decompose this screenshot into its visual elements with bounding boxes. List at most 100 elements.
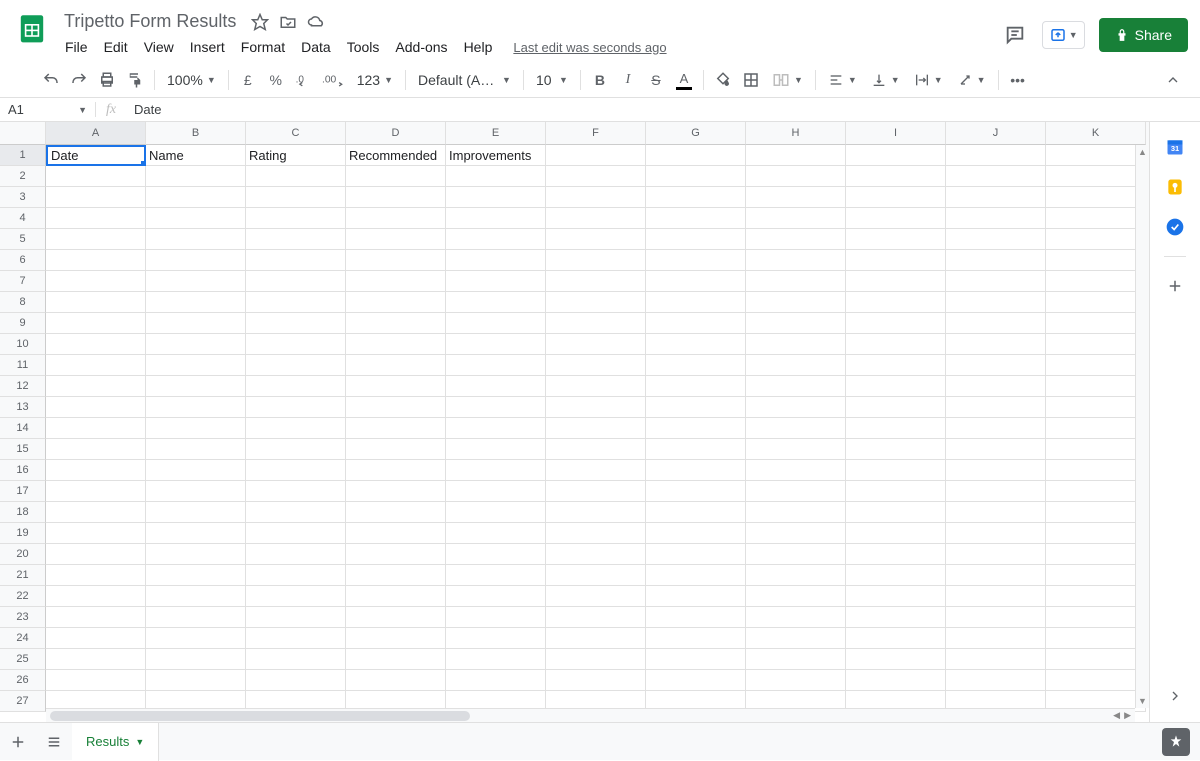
cell[interactable] <box>946 145 1046 166</box>
cell[interactable] <box>46 460 146 481</box>
column-header[interactable]: A <box>46 122 146 145</box>
cell[interactable] <box>746 208 846 229</box>
cell[interactable] <box>846 355 946 376</box>
cell[interactable] <box>446 502 546 523</box>
comments-icon[interactable] <box>1002 22 1028 48</box>
cell[interactable] <box>946 502 1046 523</box>
cell[interactable] <box>146 523 246 544</box>
cell[interactable] <box>246 313 346 334</box>
undo-icon[interactable] <box>38 67 64 93</box>
cell[interactable] <box>446 355 546 376</box>
cell[interactable] <box>946 334 1046 355</box>
cell[interactable] <box>246 376 346 397</box>
row-header[interactable]: 4 <box>0 208 46 229</box>
cell[interactable] <box>446 544 546 565</box>
cell[interactable] <box>246 439 346 460</box>
paint-format-icon[interactable] <box>122 67 148 93</box>
cell[interactable] <box>946 355 1046 376</box>
cell[interactable] <box>246 229 346 250</box>
cell[interactable] <box>146 334 246 355</box>
row-header[interactable]: 6 <box>0 250 46 271</box>
cell[interactable] <box>446 271 546 292</box>
row-header[interactable]: 16 <box>0 460 46 481</box>
cell[interactable] <box>846 544 946 565</box>
cell[interactable] <box>846 166 946 187</box>
cell[interactable] <box>746 229 846 250</box>
cell[interactable] <box>746 460 846 481</box>
cell[interactable] <box>746 166 846 187</box>
cell[interactable] <box>546 397 646 418</box>
cell[interactable] <box>946 607 1046 628</box>
cell[interactable] <box>146 628 246 649</box>
cell[interactable] <box>246 271 346 292</box>
cell[interactable] <box>1046 292 1146 313</box>
cell[interactable] <box>246 334 346 355</box>
cell[interactable] <box>646 166 746 187</box>
cell[interactable] <box>646 586 746 607</box>
cell[interactable] <box>746 439 846 460</box>
cell[interactable] <box>1046 649 1146 670</box>
cell[interactable] <box>846 670 946 691</box>
column-header[interactable]: C <box>246 122 346 145</box>
cell[interactable] <box>346 565 446 586</box>
cell[interactable] <box>946 481 1046 502</box>
cell[interactable] <box>146 229 246 250</box>
row-header[interactable]: 10 <box>0 334 46 355</box>
cell[interactable] <box>1046 523 1146 544</box>
cell[interactable] <box>346 481 446 502</box>
move-icon[interactable] <box>278 12 298 32</box>
menu-edit[interactable]: Edit <box>97 35 135 59</box>
cell[interactable] <box>946 271 1046 292</box>
cell[interactable] <box>1046 145 1146 166</box>
cell[interactable] <box>446 229 546 250</box>
cell[interactable] <box>146 397 246 418</box>
cell[interactable] <box>146 586 246 607</box>
row-header[interactable]: 11 <box>0 355 46 376</box>
cell[interactable] <box>346 313 446 334</box>
cell[interactable] <box>46 607 146 628</box>
cell[interactable] <box>846 460 946 481</box>
cell[interactable] <box>1046 376 1146 397</box>
currency-format-button[interactable]: £ <box>235 67 261 93</box>
cell[interactable] <box>846 376 946 397</box>
cell[interactable] <box>246 292 346 313</box>
percent-format-button[interactable]: % <box>263 67 289 93</box>
more-formats-button[interactable]: 123▼ <box>351 67 399 93</box>
cell[interactable] <box>746 145 846 166</box>
cell[interactable] <box>746 649 846 670</box>
cell[interactable] <box>846 313 946 334</box>
last-edit-link[interactable]: Last edit was seconds ago <box>513 40 666 55</box>
cell[interactable] <box>646 565 746 586</box>
cell[interactable] <box>946 313 1046 334</box>
cell[interactable] <box>246 607 346 628</box>
cloud-status-icon[interactable] <box>306 12 326 32</box>
cell[interactable] <box>946 544 1046 565</box>
menu-tools[interactable]: Tools <box>340 35 387 59</box>
cell[interactable] <box>46 628 146 649</box>
cell[interactable] <box>346 187 446 208</box>
cell[interactable] <box>346 628 446 649</box>
cell[interactable] <box>46 334 146 355</box>
cell[interactable] <box>646 397 746 418</box>
more-toolbar-button[interactable]: ••• <box>1005 67 1031 93</box>
cell[interactable] <box>246 649 346 670</box>
cell[interactable] <box>1046 586 1146 607</box>
cell[interactable] <box>846 145 946 166</box>
cell[interactable] <box>446 418 546 439</box>
cell[interactable] <box>1046 502 1146 523</box>
cell[interactable] <box>246 565 346 586</box>
cell[interactable] <box>246 628 346 649</box>
cell[interactable] <box>646 292 746 313</box>
cell[interactable] <box>546 292 646 313</box>
zoom-select[interactable]: 100%▼ <box>161 67 222 93</box>
cell[interactable] <box>646 208 746 229</box>
cell[interactable] <box>546 166 646 187</box>
borders-button[interactable] <box>738 67 764 93</box>
cell[interactable] <box>1046 565 1146 586</box>
text-wrap-button[interactable]: ▼ <box>908 67 949 93</box>
cell[interactable] <box>846 229 946 250</box>
cell[interactable] <box>546 565 646 586</box>
cell[interactable] <box>546 250 646 271</box>
row-header[interactable]: 8 <box>0 292 46 313</box>
cell[interactable] <box>846 586 946 607</box>
